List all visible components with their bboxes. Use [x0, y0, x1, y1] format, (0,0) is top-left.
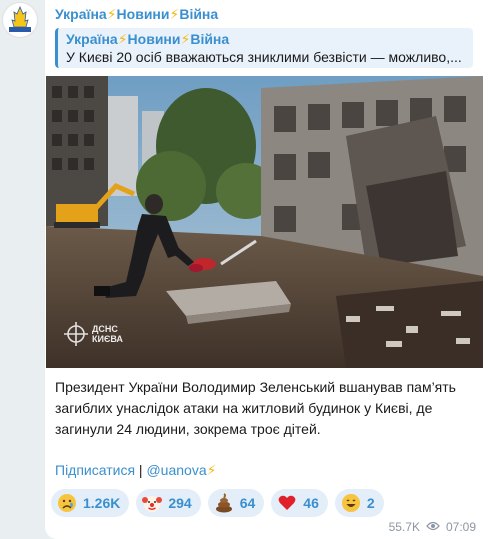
ruins-photo: ДСНС КИЄВА	[46, 76, 483, 368]
reaction-heart[interactable]: 46	[271, 489, 328, 517]
clown-face-icon	[142, 493, 163, 513]
lightning-icon: ⚡	[117, 31, 128, 47]
message-bubble: Україна⚡Новини⚡Війна Україна⚡Новини⚡Війн…	[45, 0, 488, 539]
reaction-count: 64	[239, 495, 256, 511]
reaction-poo[interactable]: 64	[207, 489, 265, 517]
reactions-bar: 1.26K 294 64 46 2	[51, 489, 384, 517]
grinning-face-icon	[341, 493, 361, 513]
reaction-count: 46	[303, 495, 319, 511]
channel-logo	[9, 5, 31, 32]
reply-quote[interactable]: Україна⚡Новини⚡Війна У Києві 20 осіб вва…	[55, 28, 473, 68]
link-separator: |	[135, 462, 147, 478]
reply-title: Україна⚡Новини⚡Війна	[66, 31, 230, 47]
reaction-count: 1.26K	[83, 495, 121, 511]
lightning-icon: ⚡	[180, 31, 191, 47]
lightning-icon: ⚡	[169, 6, 180, 22]
subscribe-link[interactable]: Підписатися	[55, 462, 135, 478]
channel-avatar[interactable]	[2, 2, 38, 38]
reaction-clown[interactable]: 294	[136, 489, 201, 517]
message-time: 07:09	[445, 520, 476, 534]
reaction-count: 294	[168, 495, 192, 511]
lightning-icon: ⚡	[206, 462, 217, 478]
message-links: Підписатися | @uanova⚡	[55, 462, 216, 479]
lightning-icon: ⚡	[106, 6, 117, 22]
views-count: 55.7K	[388, 520, 420, 534]
reply-text: У Києві 20 осіб вважаються зниклими безв…	[66, 49, 462, 65]
poo-icon	[214, 493, 234, 513]
message-photo[interactable]: ДСНС КИЄВА	[46, 76, 483, 368]
crying-face-icon	[57, 493, 77, 513]
message-text: Президент України Володимир Зеленський в…	[55, 379, 456, 437]
message-meta: 55.7K 07:09	[389, 520, 476, 534]
red-heart-icon	[277, 493, 297, 513]
reaction-grinning[interactable]: 2	[334, 489, 384, 517]
reaction-crying[interactable]: 1.26K	[51, 489, 130, 517]
channel-handle-link[interactable]: @uanova	[146, 462, 206, 478]
watermark-line2: КИЄВА	[92, 334, 123, 344]
eye-icon	[426, 520, 440, 534]
reaction-count: 2	[366, 495, 375, 511]
watermark-line1: ДСНС	[92, 324, 118, 334]
channel-title[interactable]: Україна⚡Новини⚡Війна	[55, 6, 218, 23]
